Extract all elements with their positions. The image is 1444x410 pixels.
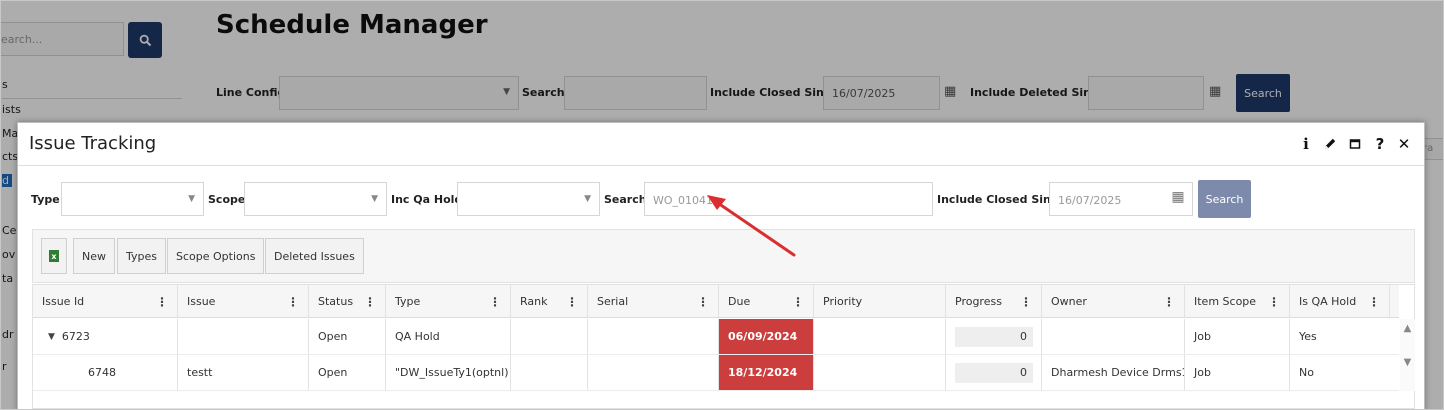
column-menu-icon[interactable]: ⋮ [156, 295, 168, 309]
cell-issue: testt [178, 355, 309, 390]
issue-tracking-modal: Issue Tracking i ? ✕ Type ▼ Scope ▼ Inc … [17, 122, 1425, 409]
column-menu-icon[interactable]: ⋮ [364, 295, 376, 309]
column-header-owner[interactable]: Owner ⋮ [1042, 285, 1185, 317]
cell-due-overdue: 06/09/2024 [719, 319, 814, 354]
cell-due-overdue: 18/12/2024 [719, 355, 814, 390]
cell-status: Open [309, 319, 386, 354]
issues-grid: Issue Id ⋮ Issue ⋮ Status ⋮ Type ⋮ Rank ⋮ Ser… [32, 284, 1415, 409]
export-excel-button[interactable]: x [41, 238, 67, 274]
column-header-issue-id[interactable]: Issue Id ⋮ [33, 285, 178, 317]
inc-qa-hold-label: Inc Qa Hold [391, 193, 463, 206]
cell-is-qa-hold: Yes [1299, 330, 1317, 343]
column-menu-icon[interactable]: ⋮ [1163, 295, 1175, 309]
new-button[interactable]: New [73, 238, 115, 274]
issue-id-value: 6723 [61, 330, 90, 343]
column-header-priority[interactable]: Priority [814, 285, 946, 317]
scope-options-button[interactable]: Scope Options [167, 238, 265, 274]
column-header-status[interactable]: Status ⋮ [309, 285, 386, 317]
column-label: Type [395, 294, 421, 308]
scroll-down-icon[interactable]: ▼ [1400, 357, 1415, 368]
column-header-item-scope[interactable]: Item Scope ⋮ [1185, 285, 1290, 317]
column-menu-icon[interactable]: ⋮ [287, 295, 299, 309]
deleted-issues-button[interactable]: Deleted Issues [265, 238, 364, 274]
annotation-arrow-icon [707, 195, 796, 257]
cell-progress: 0 [946, 319, 1042, 354]
scroll-up-icon[interactable]: ▲ [1400, 323, 1415, 334]
info-icon[interactable]: i [1297, 135, 1315, 153]
cell-type: "DW_IssueTy1(optnl) [386, 355, 511, 390]
column-menu-icon[interactable]: ⋮ [566, 295, 578, 309]
cell-type: QA Hold [386, 319, 511, 354]
column-label: Due [728, 294, 751, 308]
column-menu-icon[interactable]: ⋮ [792, 295, 804, 309]
column-menu-icon[interactable]: ⋮ [489, 295, 501, 309]
column-menu-icon[interactable]: ⋮ [1020, 295, 1032, 309]
column-label: Item Scope [1194, 294, 1257, 308]
cell-status: Open [309, 355, 386, 390]
excel-icon: x [49, 250, 59, 262]
progress-value: 0 [955, 362, 1033, 383]
cell-issue-id: ▼ 6723 [33, 319, 178, 354]
cell-rank [511, 319, 588, 354]
column-label: Is QA Hold [1299, 294, 1357, 308]
column-header-is-qa-hold[interactable]: Is QA Hold ⋮ [1290, 285, 1390, 317]
calendar-icon[interactable]: ▦ [1169, 189, 1187, 207]
type-select[interactable]: ▼ [61, 182, 204, 216]
column-label: Issue Id [42, 294, 85, 308]
cell-is-qa-hold: No [1299, 366, 1314, 379]
cell-progress: 0 [946, 355, 1042, 390]
scope-select[interactable]: ▼ [244, 182, 387, 216]
close-icon[interactable]: ✕ [1395, 135, 1413, 153]
expand-caret-icon[interactable]: ▼ [48, 332, 55, 342]
cell-item-scope: Job [1185, 319, 1290, 354]
cell-issue [178, 319, 309, 354]
types-button[interactable]: Types [117, 238, 166, 274]
table-row[interactable]: 6748 testt Open "DW_IssueTy1(optnl) 18/1… [33, 355, 1399, 391]
vertical-scrollbar[interactable]: ▲ ▼ [1400, 319, 1415, 391]
pencil-icon[interactable] [1321, 135, 1339, 153]
column-header-issue[interactable]: Issue ⋮ [178, 285, 309, 317]
chevron-down-icon: ▼ [371, 194, 378, 204]
cell-item-scope: Job [1185, 355, 1290, 390]
chevron-down-icon: ▼ [584, 194, 591, 204]
modal-header: Issue Tracking i ? ✕ [18, 123, 1424, 166]
progress-value: 0 [955, 326, 1033, 347]
cell-issue-id: 6748 [33, 355, 178, 390]
table-row[interactable]: ▼ 6723 Open QA Hold 06/09/2024 0 Job Yes [33, 319, 1399, 355]
column-label: Progress [955, 294, 1002, 308]
type-label: Type [31, 193, 60, 206]
column-label: Priority [823, 294, 863, 308]
column-label: Status [318, 294, 354, 308]
cell-owner: Dharmesh Device Drms1 [1042, 355, 1185, 390]
cell-serial [588, 355, 719, 390]
column-header-progress[interactable]: Progress ⋮ [946, 285, 1042, 317]
column-header-due[interactable]: Due ⋮ [719, 285, 814, 317]
column-label: Issue [187, 294, 216, 308]
screenshot-frame: earch... s ists Ma Schedule Manager Line… [0, 0, 1444, 410]
column-header-type[interactable]: Type ⋮ [386, 285, 511, 317]
include-closed-since-label: Include Closed Since [937, 193, 1065, 206]
search-button[interactable]: Search [1198, 180, 1251, 218]
modal-title: Issue Tracking [29, 133, 157, 154]
column-label: Owner [1051, 294, 1087, 308]
inc-qa-hold-select[interactable]: ▼ [457, 182, 600, 216]
column-label: Rank [520, 294, 548, 308]
column-header-serial[interactable]: Serial ⋮ [588, 285, 719, 317]
cell-rank [511, 355, 588, 390]
search-label: Search [604, 193, 647, 206]
cell-serial [588, 319, 719, 354]
column-header-rank[interactable]: Rank ⋮ [511, 285, 588, 317]
maximize-icon[interactable] [1346, 135, 1364, 153]
scope-label: Scope [208, 193, 246, 206]
cell-owner [1042, 319, 1185, 354]
help-icon[interactable]: ? [1371, 135, 1389, 153]
chevron-down-icon: ▼ [188, 194, 195, 204]
cell-priority [814, 355, 946, 390]
column-menu-icon[interactable]: ⋮ [1268, 295, 1280, 309]
column-label: Serial [597, 294, 629, 308]
column-menu-icon[interactable]: ⋮ [1368, 295, 1380, 309]
cell-priority [814, 319, 946, 354]
grid-header: Issue Id ⋮ Issue ⋮ Status ⋮ Type ⋮ Rank ⋮ Ser… [33, 285, 1399, 318]
column-menu-icon[interactable]: ⋮ [697, 295, 709, 309]
